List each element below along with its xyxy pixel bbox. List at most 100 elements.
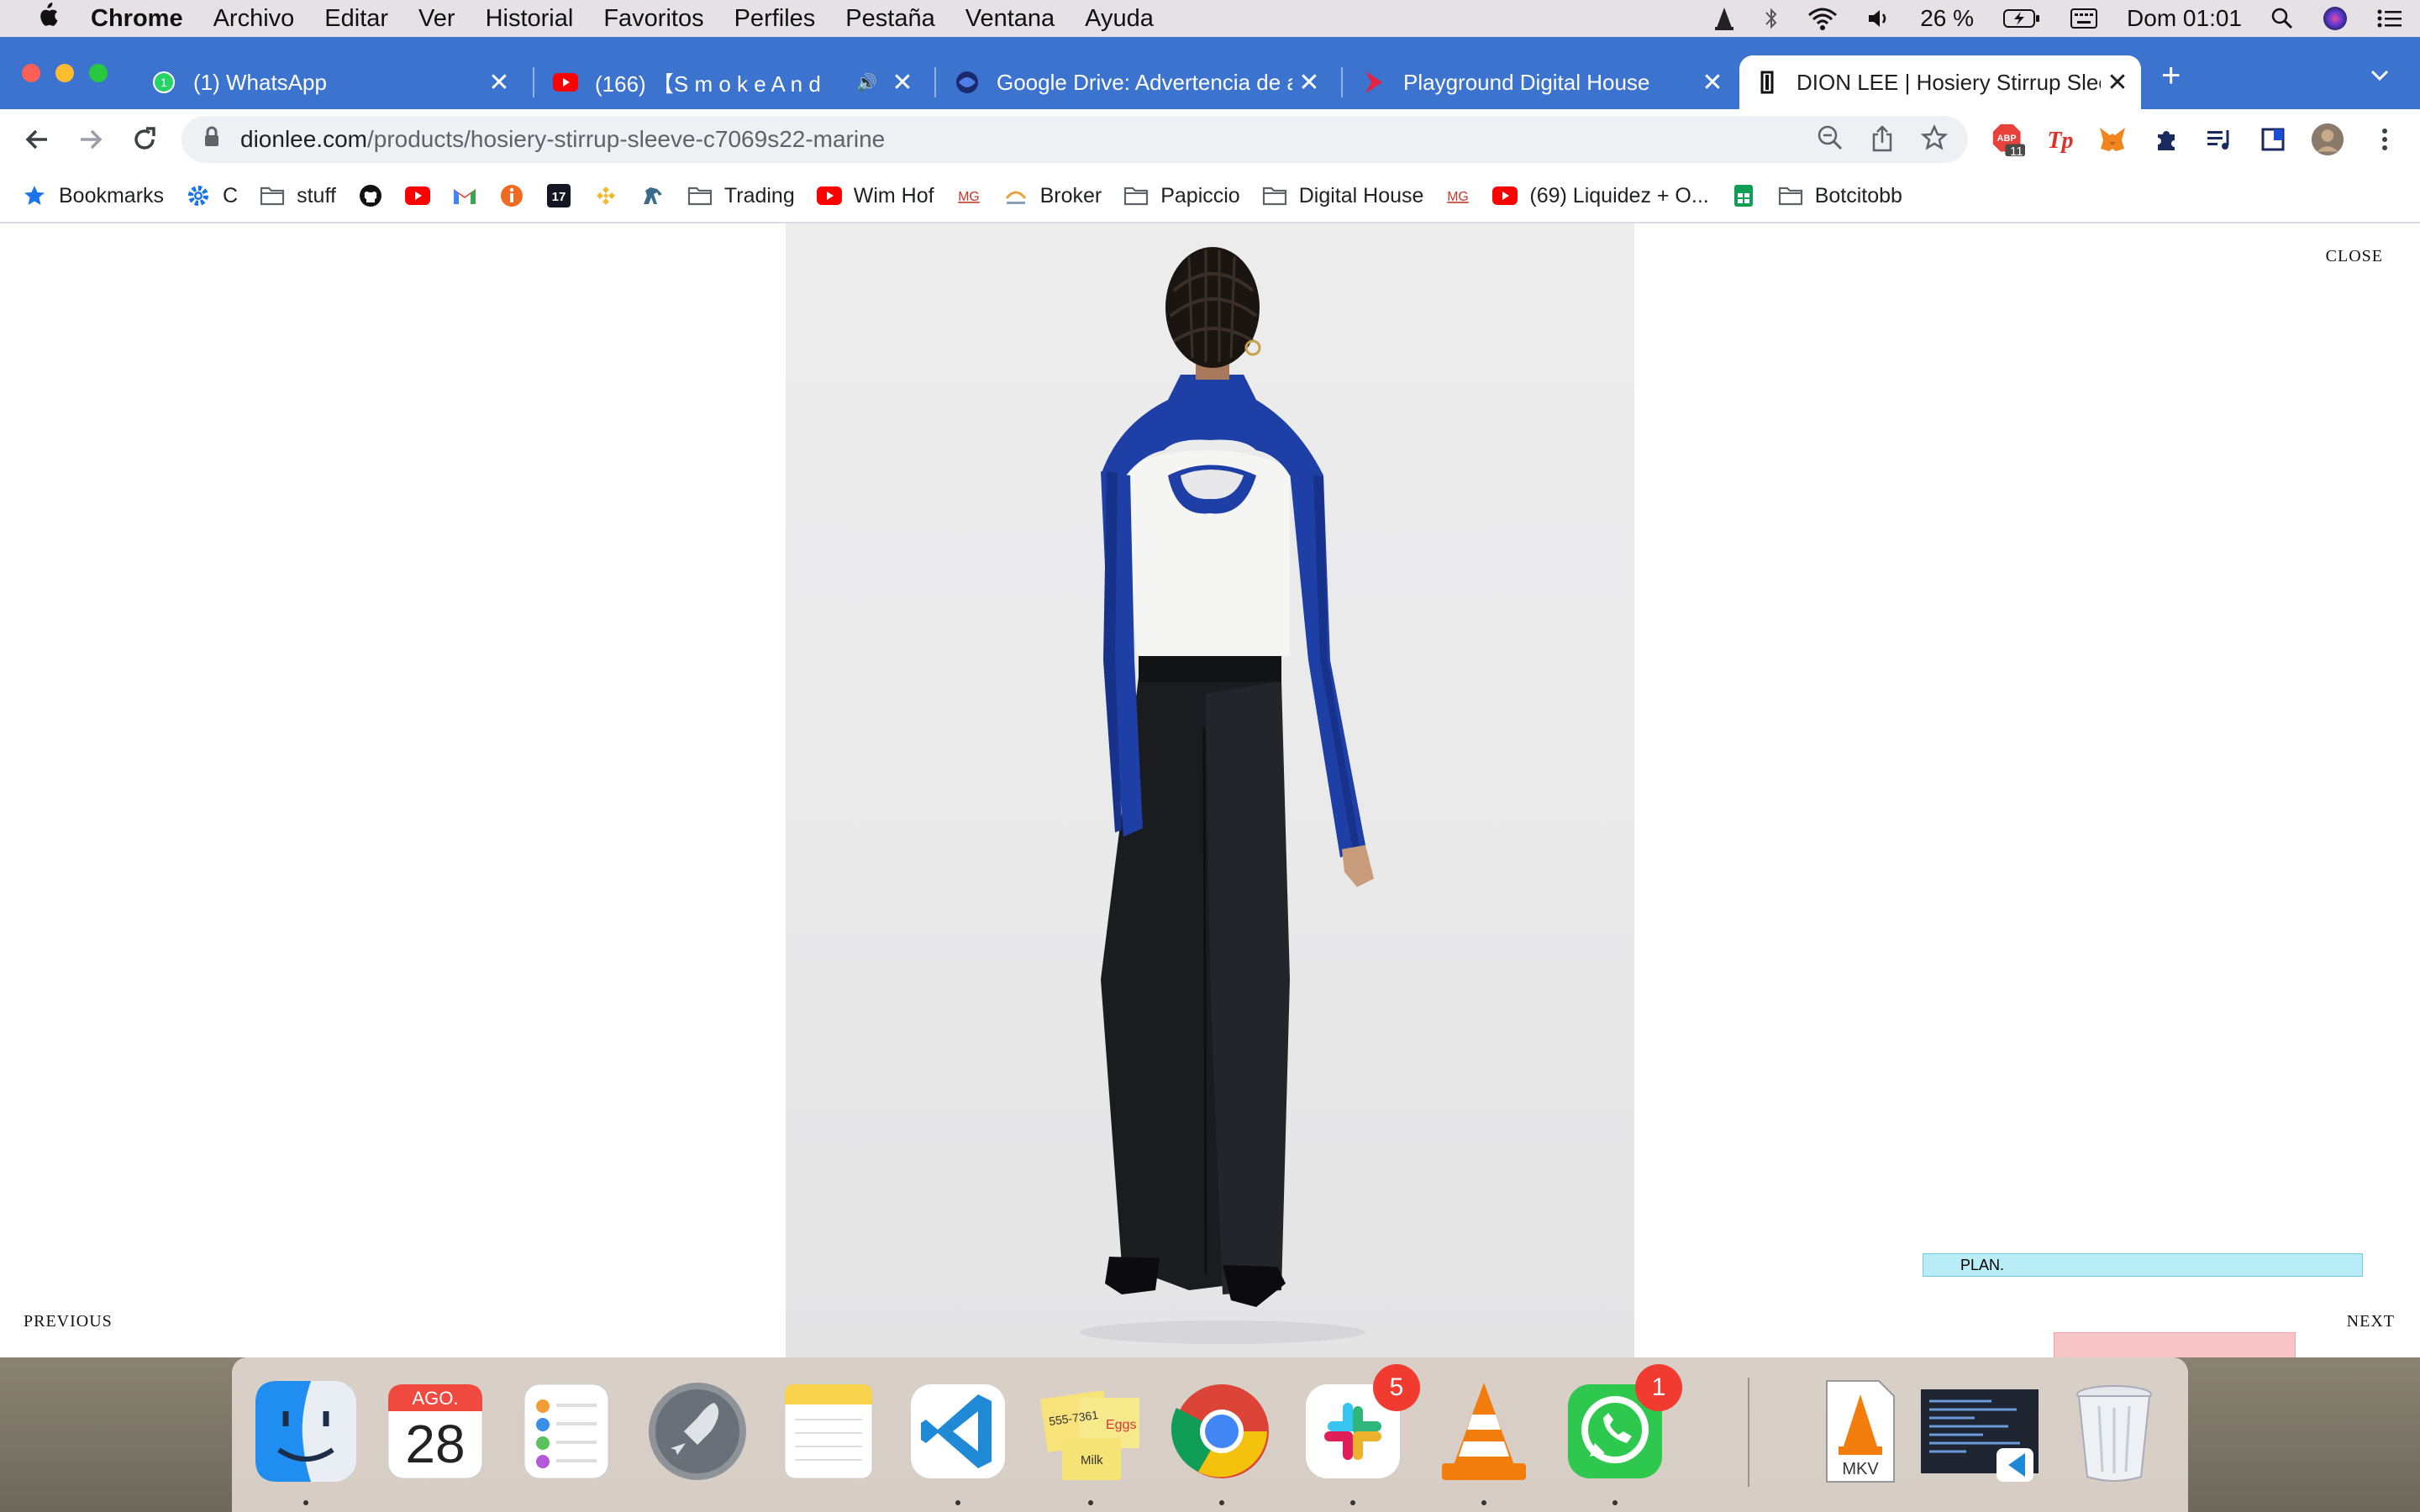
wifi-icon[interactable] (1807, 7, 1838, 30)
bookmark-item[interactable] (1731, 183, 1756, 208)
bookmark-item[interactable]: Trading (687, 183, 795, 208)
bookmark-item[interactable] (404, 183, 430, 208)
tab-close-icon[interactable]: ✕ (1696, 68, 1729, 97)
bookmark-star-icon[interactable] (1920, 123, 1949, 159)
siri-icon[interactable] (2323, 6, 2348, 31)
spotlight-search-icon[interactable] (2270, 7, 2294, 30)
menu-archivo[interactable]: Archivo (213, 5, 295, 33)
whatsapp-dock-icon[interactable]: 1 (1561, 1364, 1682, 1485)
tab-close-icon[interactable]: ✕ (2101, 68, 2134, 97)
back-button[interactable] (20, 123, 54, 156)
menubar-clock[interactable]: Dom 01:01 (2127, 5, 2242, 32)
previous-button[interactable]: PREVIOUS (24, 1312, 113, 1331)
close-button[interactable]: CLOSE (2326, 247, 2383, 266)
running-indicator (303, 1500, 308, 1505)
menu-perfiles[interactable]: Perfiles (734, 5, 816, 33)
product-image[interactable] (786, 223, 1634, 1357)
bookmark-item[interactable] (358, 183, 383, 208)
tab-close-icon[interactable]: ✕ (1292, 68, 1326, 97)
plan-sticky-window[interactable]: PLAN. (1923, 1253, 2363, 1277)
bookmark-item[interactable]: Wim Hof (816, 183, 934, 208)
chrome-icon[interactable] (1168, 1378, 1276, 1485)
next-button[interactable]: NEXT (2347, 1312, 2395, 1331)
bookmark-item[interactable] (640, 183, 666, 208)
vscode-icon[interactable] (904, 1378, 1012, 1485)
reading-list-icon[interactable] (2257, 123, 2291, 156)
audio-playing-icon[interactable]: 🔊 (856, 72, 877, 93)
lock-icon[interactable] (203, 126, 220, 154)
bookmark-item[interactable] (452, 183, 477, 208)
keyboard-input-icon[interactable] (2070, 7, 2098, 30)
reload-button[interactable] (128, 123, 161, 156)
reminders-icon[interactable] (513, 1378, 620, 1485)
vlc-icon[interactable] (1430, 1378, 1538, 1485)
tab-close-icon[interactable]: ✕ (482, 68, 516, 97)
apple-menu-icon[interactable] (22, 2, 72, 35)
bookmark-item[interactable]: MG (956, 183, 981, 208)
playground-icon (1361, 70, 1386, 95)
finder-icon[interactable] (252, 1378, 360, 1485)
profile-avatar[interactable] (2311, 123, 2344, 156)
calendar-month: AGO. (412, 1388, 459, 1409)
launchpad-rocket-icon[interactable] (644, 1378, 751, 1485)
gmail-icon (452, 183, 477, 208)
tab-close-icon[interactable]: ✕ (886, 68, 919, 97)
zoom-out-icon[interactable] (1817, 124, 1844, 159)
bookmark-item[interactable] (499, 183, 524, 208)
menu-historial[interactable]: Historial (486, 5, 574, 33)
tab-playground[interactable]: Playground Digital House ✕ (1346, 55, 1736, 109)
share-icon[interactable] (1870, 124, 1894, 159)
mkv-file-icon[interactable]: MKV (1807, 1378, 1914, 1485)
trash-icon[interactable] (2060, 1378, 2168, 1485)
media-playlist-icon[interactable] (2203, 123, 2237, 156)
adblock-extension-icon[interactable]: ABP 11 (1991, 123, 2025, 159)
notes-icon[interactable] (775, 1378, 882, 1485)
bookmark-item[interactable]: 17 (546, 183, 571, 208)
battery-charging-icon[interactable] (2002, 8, 2041, 29)
metamask-fox-icon[interactable] (2096, 123, 2129, 156)
youtube-icon (816, 183, 842, 208)
youtube-icon (1492, 183, 1518, 208)
bluetooth-icon[interactable] (1764, 6, 1779, 31)
bookmark-item[interactable]: (69) Liquidez + O... (1492, 183, 1709, 208)
bookmark-item[interactable]: C (186, 183, 238, 208)
tab-dion-lee[interactable]: DION LEE | Hosiery Stirrup Slee ✕ (1739, 55, 2141, 109)
vlc-status-icon[interactable] (1713, 6, 1735, 31)
bookmark-item[interactable]: MG (1445, 183, 1470, 208)
tab-google-drive[interactable]: Google Drive: Advertencia de a ✕ (939, 55, 1333, 109)
menu-ayuda[interactable]: Ayuda (1085, 5, 1154, 33)
bookmark-item[interactable]: Digital House (1262, 183, 1423, 208)
menu-ver[interactable]: Ver (418, 5, 455, 33)
window-close-button[interactable] (22, 64, 40, 82)
window-zoom-button[interactable] (89, 64, 108, 82)
chrome-menu-icon[interactable] (2368, 123, 2402, 156)
tab-search-chevron-icon[interactable] (2370, 62, 2390, 88)
battery-percent[interactable]: 26 % (1920, 5, 1974, 32)
calendar-icon[interactable]: AGO. 28 (381, 1378, 489, 1485)
bookmark-item[interactable] (593, 183, 618, 208)
extensions-puzzle-icon[interactable] (2149, 123, 2183, 156)
tp-extension-icon[interactable]: Tp (2044, 123, 2077, 156)
bookmark-item[interactable]: Botcitobb (1778, 183, 1902, 208)
menu-editar[interactable]: Editar (324, 5, 388, 33)
stickies-note-3: Milk (1081, 1453, 1103, 1467)
tab-whatsapp[interactable]: 1 (1) WhatsApp ✕ (136, 55, 523, 109)
new-tab-button[interactable]: + (2161, 59, 2181, 92)
window-minimize-button[interactable] (55, 64, 74, 82)
forward-button[interactable] (74, 123, 108, 156)
menu-app-name[interactable]: Chrome (91, 5, 183, 33)
bookmark-item[interactable]: Broker (1003, 183, 1102, 208)
menu-ventana[interactable]: Ventana (965, 5, 1055, 33)
address-bar[interactable]: dionlee.com/products/hosiery-stirrup-sle… (182, 116, 1968, 163)
screenshot-stack-icon[interactable] (1916, 1378, 2040, 1485)
control-center-icon[interactable] (2376, 8, 2403, 29)
bookmark-item[interactable]: stuff (260, 183, 336, 208)
bookmark-item[interactable]: Papiccio (1123, 183, 1240, 208)
menu-favoritos[interactable]: Favoritos (603, 5, 703, 33)
tab-youtube-smoke[interactable]: (166) 【S m o k e A n d 🔊 ✕ (538, 55, 926, 109)
stickies-icon[interactable]: 555-7361 Eggs Milk (1037, 1378, 1144, 1485)
bookmark-item[interactable]: Bookmarks (22, 183, 164, 208)
menu-pestana[interactable]: Pestaña (845, 5, 934, 33)
slack-icon[interactable]: 5 (1299, 1364, 1420, 1485)
volume-icon[interactable] (1866, 7, 1891, 30)
